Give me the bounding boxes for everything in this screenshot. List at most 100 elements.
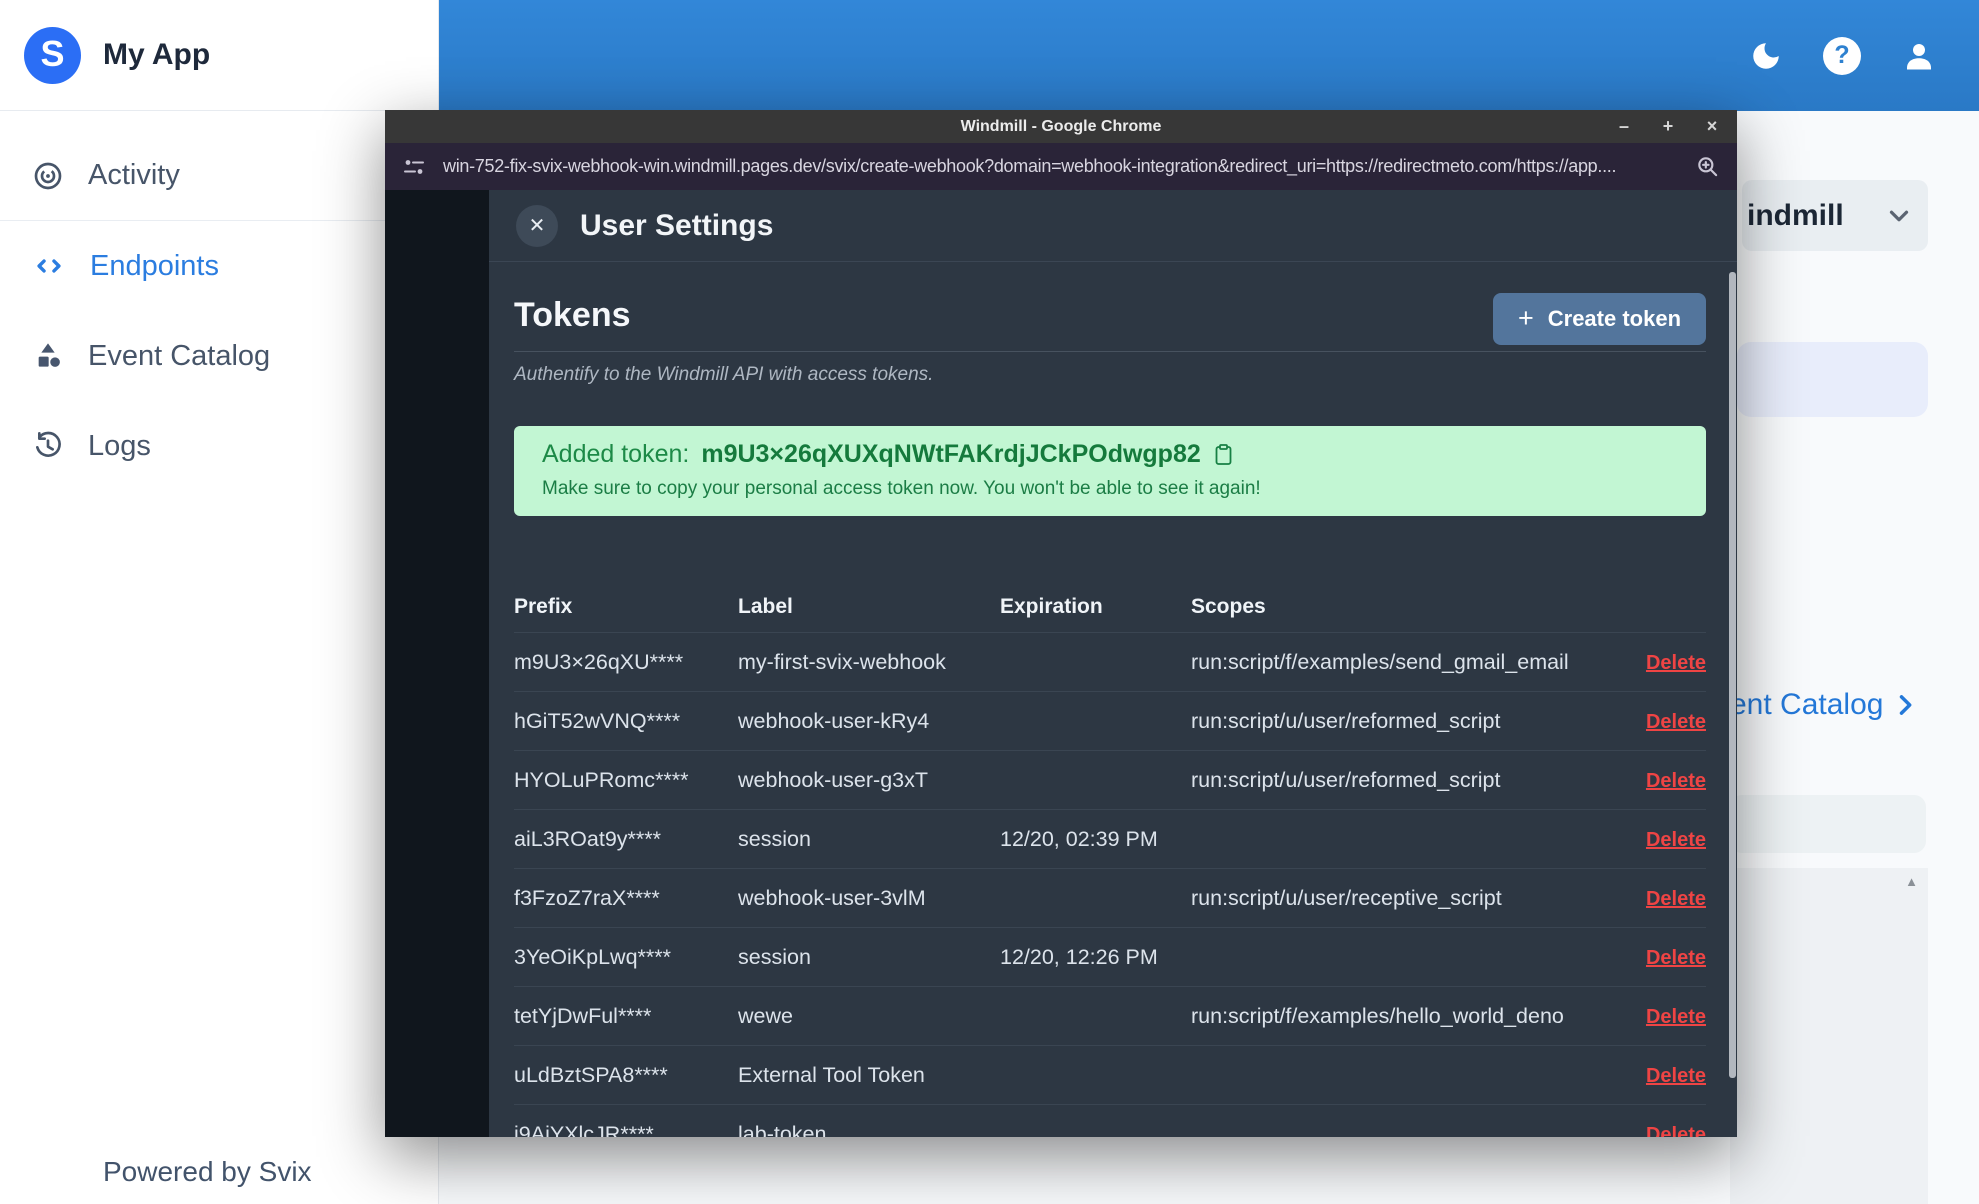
token-label: my-first-svix-webhook: [738, 649, 946, 674]
app-name: My App: [103, 38, 211, 71]
table-row: aiL3ROat9y**** session 12/20, 02:39 PM D…: [514, 809, 1706, 868]
table-row: 3YeOiKpLwq**** session 12/20, 12:26 PM D…: [514, 927, 1706, 986]
delete-link[interactable]: Delete: [1646, 829, 1706, 851]
site-settings-icon[interactable]: [401, 156, 427, 178]
drawer-title: User Settings: [580, 208, 774, 242]
chrome-window: Windmill - Google Chrome – + × win-752-f…: [385, 110, 1737, 1137]
token-label: webhook-user-3vlM: [738, 885, 926, 910]
delete-link[interactable]: Delete: [1646, 888, 1706, 910]
delete-link[interactable]: Delete: [1646, 711, 1706, 733]
banner-prefix-text: Added token:: [542, 440, 690, 468]
token-expiration: 12/20, 12:26 PM: [1000, 944, 1158, 969]
divider: [514, 351, 1706, 352]
token-scopes: run:script/u/user/reformed_script: [1191, 708, 1501, 733]
sidebar-item-event-catalog[interactable]: Event Catalog: [0, 311, 438, 401]
placeholder-box: [1730, 795, 1926, 853]
activity-gauge-icon: [32, 160, 64, 192]
scroll-up-arrow-icon[interactable]: ▲: [1905, 874, 1918, 889]
content-panel: ▲: [1730, 868, 1928, 1204]
token-prefix: HYOLuPRomc****: [514, 767, 689, 792]
sidebar: S My App Activity Endpoints Event Catalo…: [0, 0, 439, 1204]
page-backdrop: [385, 190, 489, 1137]
column-header-expiration: Expiration: [1000, 595, 1103, 618]
drawer-header: ✕ User Settings: [489, 190, 1737, 262]
dark-mode-moon-icon[interactable]: [1749, 39, 1783, 73]
column-header-prefix: Prefix: [514, 595, 573, 618]
sidebar-item-label: Logs: [88, 429, 151, 462]
workspace-label: indmill: [1747, 198, 1844, 232]
token-prefix: 3YeOiKpLwq****: [514, 944, 671, 969]
chevron-down-icon: [1884, 201, 1914, 231]
table-row: tetYjDwFul**** wewe run:script/f/example…: [514, 986, 1706, 1045]
token-prefix: uLdBztSPA8****: [514, 1062, 668, 1087]
code-brackets-icon: [32, 249, 66, 283]
shapes-icon: [32, 340, 64, 372]
account-icon[interactable]: [1901, 38, 1937, 74]
delete-link[interactable]: Delete: [1646, 652, 1706, 674]
table-row: uLdBztSPA8**** External Tool Token Delet…: [514, 1045, 1706, 1104]
workspace-selector[interactable]: indmill: [1742, 180, 1928, 251]
history-clock-icon: [32, 430, 64, 462]
token-prefix: i9AiYXlcJR****: [514, 1121, 654, 1138]
close-icon[interactable]: ✕: [516, 204, 558, 247]
table-row: m9U3×26qXU**** my-first-svix-webhook run…: [514, 632, 1706, 691]
powered-by-text: Powered by Svix: [103, 1156, 312, 1187]
delete-link[interactable]: Delete: [1646, 1065, 1706, 1087]
delete-link[interactable]: Delete: [1646, 770, 1706, 792]
token-prefix: aiL3ROat9y****: [514, 826, 662, 851]
url-text[interactable]: win-752-fix-svix-webhook-win.windmill.pa…: [443, 156, 1679, 177]
token-label: webhook-user-kRy4: [738, 708, 930, 733]
app-topbar: ?: [439, 0, 1979, 111]
token-table-body: m9U3×26qXU**** my-first-svix-webhook run…: [514, 632, 1706, 1137]
minimize-button[interactable]: –: [1613, 116, 1635, 137]
token-value: m9U3×26qXUXqNWtFAKrdjJCkPOdwgp82: [701, 440, 1201, 468]
chrome-urlbar[interactable]: win-752-fix-svix-webhook-win.windmill.pa…: [385, 143, 1737, 190]
table-row: hGiT52wVNQ**** webhook-user-kRy4 run:scr…: [514, 691, 1706, 750]
token-prefix: tetYjDwFul****: [514, 1003, 652, 1028]
sidebar-item-activity[interactable]: Activity: [0, 131, 438, 221]
token-scopes: run:script/u/user/receptive_script: [1191, 885, 1502, 910]
token-prefix: f3FzoZ7raX****: [514, 885, 660, 910]
sidebar-item-label: Activity: [88, 159, 180, 191]
chevron-right-icon: [1891, 691, 1919, 719]
sidebar-item-logs[interactable]: Logs: [0, 401, 438, 491]
token-label: session: [738, 826, 811, 851]
delete-link[interactable]: Delete: [1646, 1006, 1706, 1028]
zoom-icon[interactable]: [1695, 154, 1721, 180]
chrome-scrollbar-thumb[interactable]: [1729, 272, 1736, 1078]
table-row: f3FzoZ7raX**** webhook-user-3vlM run:scr…: [514, 868, 1706, 927]
screen: ? indmill ent Catalog ▲ S My App Activit…: [0, 0, 1979, 1204]
svix-logo-icon: S: [24, 26, 81, 84]
tokens-subtitle: Authentify to the Windmill API with acce…: [514, 364, 934, 385]
event-catalog-link[interactable]: ent Catalog: [1730, 688, 1919, 722]
sidebar-item-label: Event Catalog: [88, 339, 271, 372]
token-label: wewe: [738, 1003, 793, 1028]
table-row: HYOLuPRomc**** webhook-user-g3xT run:scr…: [514, 750, 1706, 809]
token-created-banner: Added token: m9U3×26qXUXqNWtFAKrdjJCkPOd…: [514, 426, 1706, 516]
table-row: i9AiYXlcJR**** lab-token Delete: [514, 1104, 1706, 1137]
token-prefix: m9U3×26qXU****: [514, 649, 684, 674]
token-table-header: Prefix Label Expiration Scopes: [514, 582, 1706, 632]
column-header-scopes: Scopes: [1191, 595, 1266, 618]
delete-link[interactable]: Delete: [1646, 947, 1706, 969]
token-scopes: run:script/f/examples/send_gmail_email: [1191, 649, 1569, 674]
chrome-titlebar[interactable]: Windmill - Google Chrome – + ×: [385, 110, 1737, 143]
token-label: External Tool Token: [738, 1062, 925, 1087]
column-header-label: Label: [738, 595, 793, 618]
token-scopes: run:script/f/examples/hello_world_deno: [1191, 1003, 1564, 1028]
user-settings-drawer: ✕ User Settings + Create token Tokens Au…: [489, 190, 1737, 1137]
help-icon[interactable]: ?: [1823, 36, 1861, 75]
copy-clipboard-icon[interactable]: [1213, 443, 1234, 467]
delete-link[interactable]: Delete: [1646, 1124, 1706, 1138]
token-label: webhook-user-g3xT: [738, 767, 929, 792]
close-window-button[interactable]: ×: [1701, 116, 1723, 137]
token-label: lab-token: [738, 1121, 827, 1138]
maximize-button[interactable]: +: [1657, 116, 1679, 137]
sidebar-item-label: Endpoints: [90, 249, 219, 282]
token-expiration: 12/20, 02:39 PM: [1000, 826, 1158, 851]
highlight-box: [1737, 342, 1928, 417]
window-title: Windmill - Google Chrome: [960, 117, 1162, 135]
token-table: Prefix Label Expiration Scopes m9U3×26qX…: [514, 582, 1706, 1137]
token-scopes: run:script/u/user/reformed_script: [1191, 767, 1501, 792]
sidebar-item-endpoints[interactable]: Endpoints: [0, 221, 438, 311]
